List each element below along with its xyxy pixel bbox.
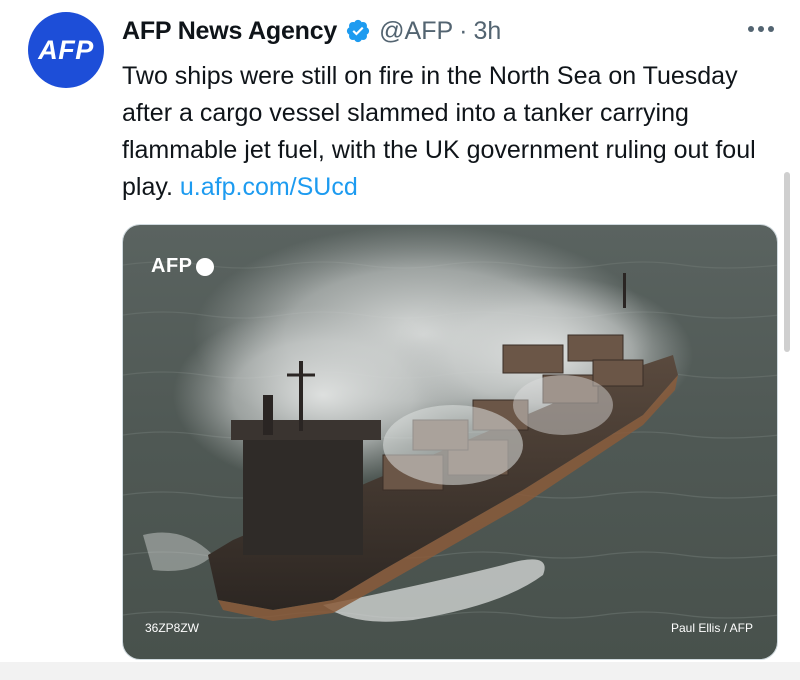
tweet-photo[interactable]: AFP 36ZP8ZW Paul Ellis / AFP <box>122 224 778 660</box>
tweet-card[interactable]: AFP AFP News Agency @AFP · 3h Two ships … <box>0 0 800 662</box>
display-name[interactable]: AFP News Agency <box>122 17 337 46</box>
afp-watermark-logo: AFP <box>151 255 214 278</box>
user-handle[interactable]: @AFP <box>379 17 453 46</box>
photo-id: 36ZP8ZW <box>145 621 200 635</box>
scrollbar-thumb[interactable] <box>784 172 790 352</box>
timestamp[interactable]: 3h <box>473 17 501 46</box>
verified-badge-icon <box>347 19 370 43</box>
tweet-text: Two ships were still on fire in the Nort… <box>122 58 787 206</box>
afp-watermark-circle <box>195 257 214 276</box>
photo-credit: Paul Ellis / AFP <box>670 621 753 635</box>
afp-watermark-text: AFP <box>151 255 193 277</box>
separator-dot: · <box>459 16 468 45</box>
ship-fire-photo <box>123 225 777 659</box>
tweet-link[interactable]: u.afp.com/SUcd <box>180 173 358 201</box>
timeline-divider <box>0 662 800 680</box>
tweet-header: AFP News Agency @AFP · 3h <box>122 14 501 48</box>
avatar[interactable]: AFP <box>28 12 104 88</box>
avatar-logo-text: AFP <box>38 34 94 65</box>
more-options-icon[interactable] <box>748 26 774 34</box>
